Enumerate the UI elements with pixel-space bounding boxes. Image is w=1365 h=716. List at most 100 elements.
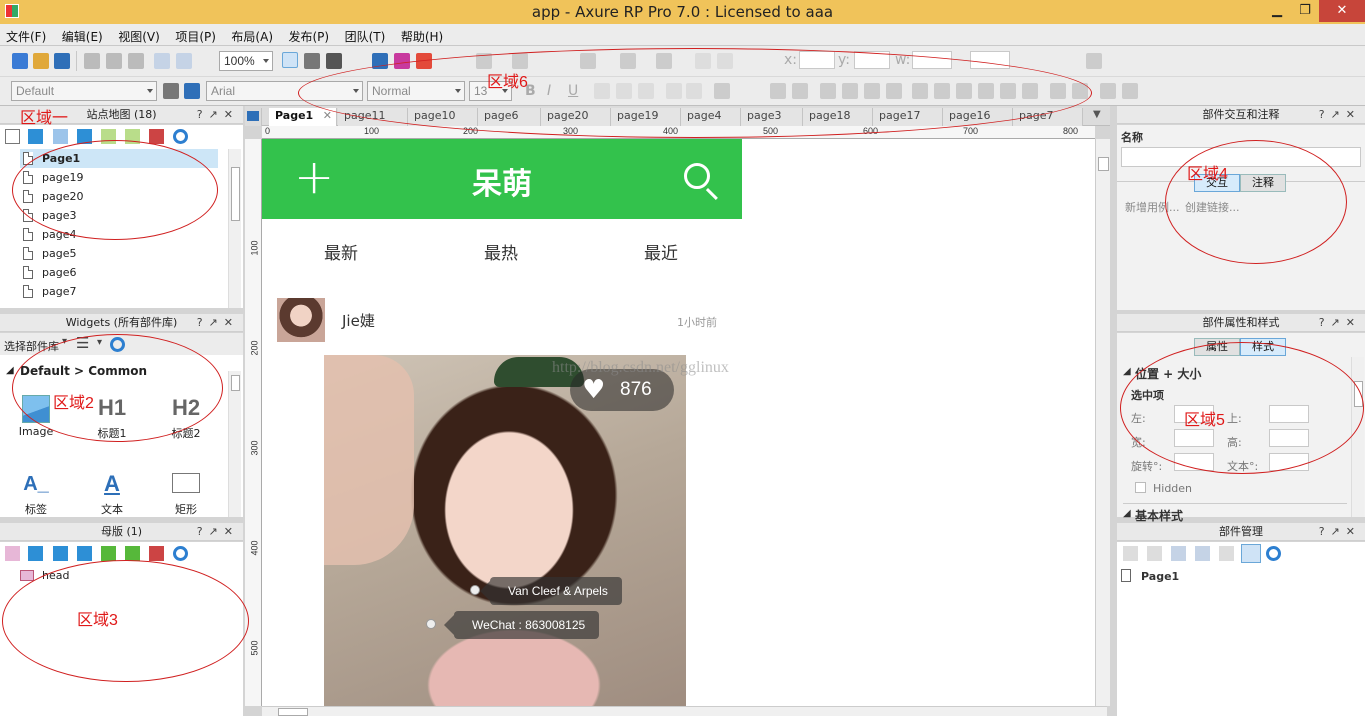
menu-edit[interactable]: 编辑(E) (56, 24, 109, 45)
menu-icon[interactable]: ☰ (76, 334, 89, 352)
widget-text[interactable]: A 文本 (82, 467, 142, 517)
height-input[interactable] (1269, 429, 1309, 447)
select-pointer-icon[interactable] (282, 52, 298, 68)
add-page-icon[interactable] (5, 129, 20, 144)
backward-icon[interactable] (886, 83, 902, 99)
sitemap-scrollbar[interactable] (228, 149, 241, 308)
bring-front-icon[interactable] (820, 83, 836, 99)
align-right-icon[interactable] (638, 83, 654, 99)
sitemap-item[interactable]: page20 (20, 187, 218, 206)
manager-page-item[interactable]: Page1 (1141, 570, 1179, 583)
align-middle-icon[interactable] (1000, 83, 1016, 99)
group-icon[interactable] (770, 83, 786, 99)
x-coord-input[interactable] (799, 51, 835, 69)
add-master-icon[interactable] (5, 546, 20, 561)
search-icon[interactable] (684, 163, 710, 189)
distribute-h-icon[interactable] (1050, 83, 1066, 99)
unlock-icon[interactable] (1122, 83, 1138, 99)
tab-page20[interactable]: page20 (541, 108, 611, 126)
new-file-icon[interactable] (12, 53, 28, 69)
tab-overflow-icon[interactable]: ▼ (1093, 109, 1101, 120)
align-top-icon[interactable] (978, 83, 994, 99)
text-rotate-input[interactable] (1269, 453, 1309, 471)
ungroup-icon[interactable] (792, 83, 808, 99)
cut-icon[interactable] (84, 53, 100, 69)
h-coord-input[interactable] (970, 51, 1010, 69)
tab-properties[interactable]: 属性 (1194, 338, 1240, 356)
tab-page18[interactable]: page18 (803, 108, 873, 126)
copy-icon[interactable] (1147, 546, 1162, 561)
widgets-scrollbar[interactable] (228, 371, 241, 517)
panel-controls[interactable]: ?↗✕ (197, 106, 239, 123)
panel-controls[interactable]: ?↗✕ (197, 314, 239, 331)
position-size-section[interactable]: 位置 + 大小 (1135, 365, 1201, 382)
chevron-down-icon[interactable]: ▾ (62, 336, 67, 347)
add-folder-icon[interactable] (1123, 546, 1138, 561)
align-left-icon[interactable] (594, 83, 610, 99)
close-button[interactable]: ✕ (1319, 0, 1365, 22)
sitemap-item[interactable]: Page1 (20, 149, 218, 168)
menu-team[interactable]: 团队(T) (339, 24, 392, 45)
new-case-link[interactable]: 新增用例... (1125, 199, 1180, 215)
tab-page10[interactable]: page10 (408, 108, 478, 126)
list-icon[interactable] (717, 53, 733, 69)
library-select[interactable]: 选择部件库 (4, 338, 59, 354)
nav-tab-newest[interactable]: 最新 (324, 239, 358, 264)
delete-icon[interactable] (149, 546, 164, 561)
italic-button[interactable]: I (547, 83, 551, 99)
restore-button[interactable]: ❐ (1290, 0, 1320, 22)
copy-icon[interactable] (106, 53, 122, 69)
underline-button[interactable]: U (568, 83, 578, 99)
indent-icon[interactable] (101, 546, 116, 561)
top-input[interactable] (1269, 405, 1309, 423)
panel-controls[interactable]: ?↗✕ (197, 523, 239, 540)
indent-icon[interactable] (101, 129, 116, 144)
hidden-checkbox[interactable] (1135, 482, 1146, 493)
widget-group-title[interactable]: Default > Common (20, 364, 147, 378)
zoom-select[interactable]: 100% (219, 51, 273, 71)
delete-icon[interactable] (1219, 546, 1234, 561)
nav-tab-recent[interactable]: 最近 (644, 239, 678, 264)
search-icon[interactable] (173, 546, 188, 561)
photo-tag-wechat[interactable]: WeChat : 863008125 (443, 611, 600, 639)
collapse-icon[interactable]: ◢ (1123, 508, 1131, 519)
move-down-icon[interactable] (77, 546, 92, 561)
sitemap-item[interactable]: page5 (20, 244, 218, 263)
collapse-icon[interactable]: ◢ (1123, 366, 1131, 377)
publish-icon[interactable] (394, 53, 410, 69)
text-color-icon[interactable] (714, 83, 730, 99)
delete-icon[interactable] (149, 129, 164, 144)
post-username[interactable]: Jie婕 (342, 310, 375, 331)
tab-page1[interactable]: Page1 ✕ (269, 108, 337, 126)
add-folder-icon[interactable] (28, 546, 43, 561)
menu-project[interactable]: 项目(P) (169, 24, 222, 45)
tab-page7[interactable]: page7 (1013, 108, 1083, 126)
align-center-icon[interactable] (616, 83, 632, 99)
tab-page16[interactable]: page16 (943, 108, 1013, 126)
outdent-icon[interactable] (125, 546, 140, 561)
redo-icon[interactable] (176, 53, 192, 69)
tab-style[interactable]: 样式 (1240, 338, 1286, 356)
rotate-input[interactable] (1174, 453, 1214, 471)
widget-rectangle[interactable]: 矩形 (156, 467, 216, 517)
tab-page4[interactable]: page4 (681, 108, 741, 126)
align-left-obj-icon[interactable] (912, 83, 928, 99)
master-item-head[interactable]: head (42, 569, 69, 582)
lock-icon[interactable] (1100, 83, 1116, 99)
menu-layout[interactable]: 布局(A) (225, 24, 279, 45)
sitemap-item[interactable]: page3 (20, 206, 218, 225)
tab-page19[interactable]: page19 (611, 108, 681, 126)
arrow-style-icon[interactable] (580, 53, 596, 69)
move-down-icon[interactable] (77, 129, 92, 144)
minimize-button[interactable]: ▁ (1262, 0, 1292, 22)
move-up-icon[interactable] (1171, 546, 1186, 561)
outdent-icon[interactable] (125, 129, 140, 144)
sitemap-item[interactable]: page4 (20, 225, 218, 244)
chevron-down-icon[interactable]: ▾ (97, 337, 102, 348)
tab-notes[interactable]: 注释 (1240, 174, 1286, 192)
photo-tag-brand[interactable]: Van Cleef & Arpels (480, 577, 622, 605)
avatar[interactable] (277, 298, 325, 342)
style-select[interactable]: Default (11, 81, 157, 101)
tab-page3[interactable]: page3 (741, 108, 803, 126)
fill-color-icon[interactable] (620, 53, 636, 69)
